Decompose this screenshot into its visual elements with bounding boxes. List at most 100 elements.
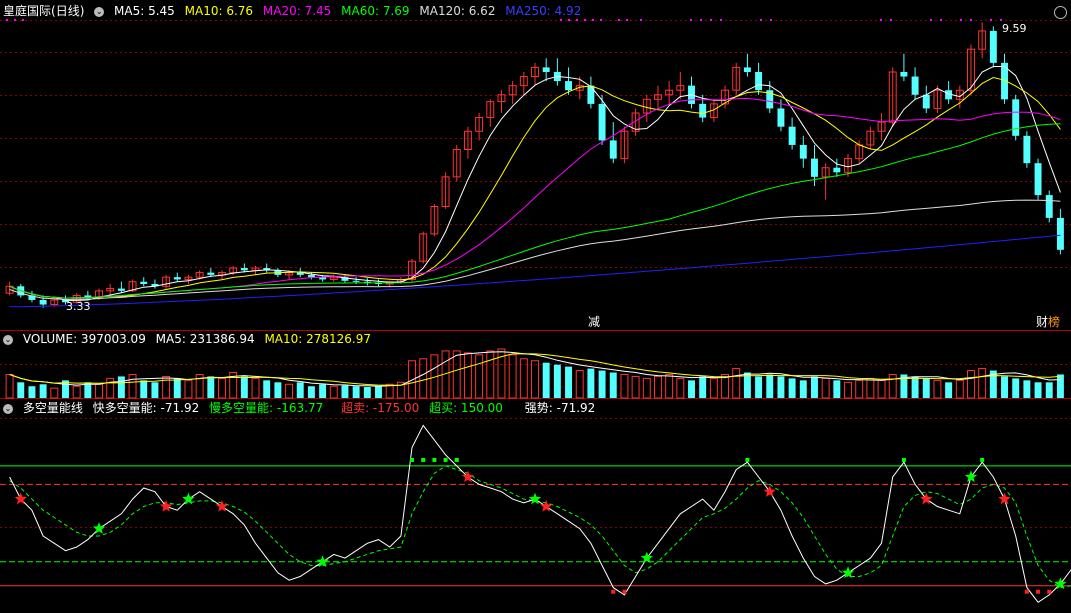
candle-body	[151, 284, 159, 287]
candle-body	[799, 144, 807, 159]
event-jian: 减	[588, 315, 600, 329]
candle-body	[811, 158, 818, 177]
overbought-marker	[745, 457, 750, 462]
volume-bar	[654, 375, 662, 399]
candle-body	[709, 103, 718, 119]
signal-star	[14, 492, 27, 505]
period-label[interactable]: (日线)	[51, 4, 84, 18]
volume-bar	[207, 376, 215, 398]
candle-body	[565, 81, 573, 91]
volume-bar	[396, 381, 405, 399]
oversold-label: 超卖: -175.00	[341, 401, 420, 415]
candle-body	[688, 85, 695, 104]
candle-body	[945, 90, 953, 100]
volume-ma5-line	[9, 351, 1061, 387]
ma250-label: MA250: 4.92	[505, 4, 582, 18]
candle-body	[855, 144, 864, 160]
volume-bar	[497, 348, 506, 399]
volume-bar	[1012, 378, 1020, 398]
volume-bar	[688, 380, 695, 398]
marker-dot	[626, 19, 628, 21]
volume-bar	[128, 373, 137, 399]
volume-bar	[173, 378, 181, 398]
candle-body	[229, 267, 238, 274]
candle-body	[1012, 99, 1020, 136]
volume-bar	[620, 373, 629, 399]
volume-bar	[699, 376, 707, 398]
candle-body	[452, 148, 461, 178]
signal-star	[215, 500, 229, 512]
volume-bar	[106, 377, 115, 399]
volume-bar	[419, 358, 428, 399]
candle-body	[5, 285, 14, 294]
indicator-header: ⌄ 多空量能线 快多空量能: -71.92 慢多空量能: -163.77 超卖:…	[3, 400, 601, 416]
signal-star	[1054, 577, 1067, 590]
overbought-marker	[410, 457, 415, 462]
volume-bar	[821, 377, 830, 399]
candle-body	[755, 71, 763, 91]
marker-dot	[940, 19, 942, 21]
signal-star	[316, 555, 329, 567]
candle-body	[654, 94, 662, 100]
signal-star	[964, 470, 978, 483]
volume-bar	[933, 379, 942, 399]
volume-collapse-icon[interactable]: ⌄	[3, 334, 13, 345]
overbought-marker	[454, 457, 459, 462]
signal-star	[841, 566, 855, 579]
moving-average-lines	[9, 66, 1061, 308]
candle-body	[375, 282, 382, 285]
ma5-label: MA5: 5.45	[114, 4, 175, 18]
candle-body	[598, 103, 606, 141]
volume-bar	[777, 376, 785, 398]
indicator-name[interactable]: 多空量能线	[23, 401, 83, 415]
volume-bar	[475, 354, 484, 399]
volume-bar	[989, 370, 997, 398]
candle-body	[866, 130, 875, 146]
volume-bar	[542, 362, 550, 398]
marker-dot	[22, 19, 24, 21]
candle-body	[162, 276, 171, 287]
ma5-line	[9, 66, 1061, 301]
volume-bar	[162, 375, 171, 399]
marker-dot	[618, 19, 620, 21]
candle-body	[978, 30, 987, 50]
volume-bar	[251, 377, 260, 399]
scroll-circle-icon[interactable]	[1054, 6, 1067, 19]
candle-body	[140, 281, 148, 285]
overbought-marker	[901, 457, 906, 462]
signal-star	[640, 551, 653, 564]
marker-dot	[584, 19, 586, 21]
stock-name[interactable]: 皇庭国际	[3, 4, 51, 18]
indicator-collapse-icon[interactable]: ⌄	[3, 403, 13, 414]
volume-bar	[95, 383, 103, 399]
candle-body	[777, 108, 785, 127]
candle-body	[676, 85, 685, 91]
volume-bar	[229, 372, 238, 399]
candle-body	[441, 176, 450, 207]
volume-bar	[39, 384, 47, 398]
chart-grid	[0, 19, 1071, 528]
volume-bar	[587, 368, 595, 398]
candle-body	[419, 233, 428, 262]
candle-body	[184, 276, 193, 280]
volume-bar	[955, 379, 964, 399]
candle-body	[788, 126, 796, 145]
candle-body	[72, 294, 81, 303]
ma20-label: MA20: 7.45	[262, 4, 332, 18]
volume-bar	[17, 382, 25, 398]
kline-chart[interactable]: 9.59 3.33 减 财 榜	[0, 0, 1071, 613]
collapse-icon[interactable]: ⌄	[94, 6, 105, 17]
volume-bar	[5, 373, 14, 399]
marker-dot	[1000, 19, 1002, 21]
candle-body	[128, 281, 137, 292]
slow-line	[9, 465, 1071, 589]
marker-dot	[880, 19, 882, 21]
volume-ma10: MA10: 278126.97	[264, 332, 372, 346]
volume-bar	[430, 354, 439, 399]
volume-bar	[1045, 382, 1053, 398]
volume-bar	[877, 379, 886, 399]
candle-body	[888, 71, 897, 123]
volume-bar	[531, 360, 539, 399]
signal-star	[920, 492, 933, 505]
signal-star	[92, 522, 106, 534]
